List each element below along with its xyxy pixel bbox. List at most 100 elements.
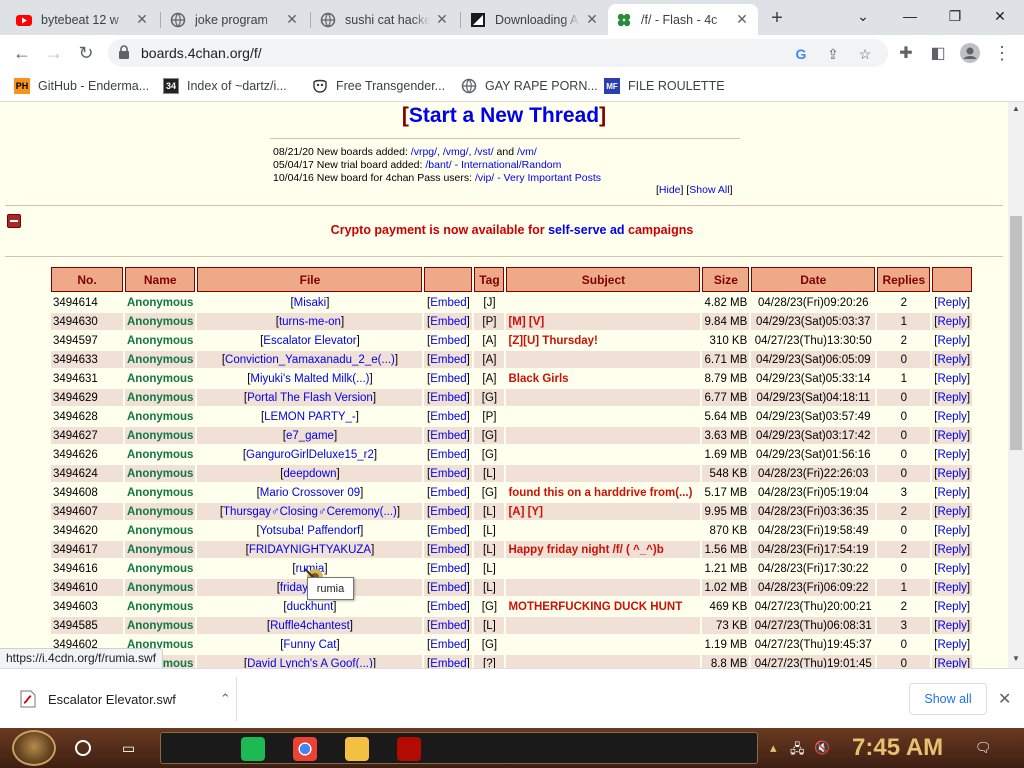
bookmark-star-icon[interactable]: ☆ xyxy=(856,45,874,63)
embed-link[interactable]: Embed xyxy=(430,487,466,499)
side-panel-button[interactable]: ◧ xyxy=(926,41,950,65)
page-scrollbar[interactable]: ▲ ▼ xyxy=(1008,102,1024,668)
embed-link[interactable]: Embed xyxy=(430,658,466,669)
embed-link[interactable]: Embed xyxy=(430,639,466,651)
embed-link[interactable]: Embed xyxy=(430,449,466,461)
reload-button[interactable]: ↻ xyxy=(74,41,98,65)
tab-close-icon[interactable]: ✕ xyxy=(584,11,600,28)
close-window-button[interactable]: ✕ xyxy=(985,6,1015,26)
file-link[interactable]: David Lynch's A Goof(...) xyxy=(247,658,373,669)
clock[interactable]: 7:45 AM xyxy=(852,734,943,762)
col-header-no[interactable]: No. xyxy=(51,267,123,292)
col-header-file[interactable]: File xyxy=(197,267,423,292)
file-link[interactable]: Thursgay♂Closing♂Ceremony(...) xyxy=(223,506,397,518)
embed-link[interactable]: Embed xyxy=(430,582,466,594)
file-link[interactable]: LEMON PARTY_- xyxy=(264,411,356,423)
scroll-up-icon[interactable]: ▲ xyxy=(1012,104,1020,113)
reply-link[interactable]: Reply xyxy=(937,525,966,537)
start-new-thread-link[interactable]: Start a New Thread xyxy=(409,104,599,127)
col-header-replies[interactable]: Replies xyxy=(877,267,931,292)
file-link[interactable]: Funny Cat xyxy=(283,639,336,651)
tab-close-icon[interactable]: ✕ xyxy=(284,11,300,28)
news-link[interactable]: /vip/ - Very Important Posts xyxy=(475,172,601,184)
file-link[interactable]: turns-me-on xyxy=(279,316,341,328)
network-icon[interactable]: 🖧 xyxy=(790,740,805,762)
show-all-downloads-button[interactable]: Show all xyxy=(909,683,987,715)
tab-close-icon[interactable]: ✕ xyxy=(734,11,750,28)
tray-overflow-icon[interactable]: ▴ xyxy=(770,740,777,756)
chevron-up-icon[interactable]: ⌃ xyxy=(220,691,231,707)
file-link[interactable]: e7_game xyxy=(286,430,334,442)
bookmark-2[interactable]: 34 Index of ~dartz/i... xyxy=(163,77,287,95)
file-link[interactable]: duckhunt xyxy=(287,601,334,613)
tab-close-icon[interactable]: ✕ xyxy=(134,11,150,28)
news-link[interactable]: /vm/ xyxy=(517,146,537,158)
file-link[interactable]: Miyuki's Malted Milk(...) xyxy=(250,373,369,385)
col-header-subject[interactable]: Subject xyxy=(506,267,701,292)
file-link[interactable]: Yotsuba! Paffendorf xyxy=(260,525,360,537)
embed-link[interactable]: Embed xyxy=(430,525,466,537)
profile-button[interactable] xyxy=(958,41,982,65)
reply-link[interactable]: Reply xyxy=(937,411,966,423)
task-view-icon[interactable]: ▭ xyxy=(122,740,138,756)
reply-link[interactable]: Reply xyxy=(937,430,966,442)
show-all-news-link[interactable]: Show All xyxy=(689,184,729,196)
embed-link[interactable]: Embed xyxy=(430,620,466,632)
download-item[interactable]: Escalator Elevator.swf ⌃ xyxy=(20,690,231,708)
file-link[interactable]: Conviction_Yamaxanadu_2_e(...) xyxy=(225,354,395,366)
embed-link[interactable]: Embed xyxy=(430,392,466,404)
bookmark-4[interactable]: GAY RAPE PORN... xyxy=(461,77,598,95)
notifications-icon[interactable]: 🗨 xyxy=(975,740,992,756)
tab-3[interactable]: sushi cat hacke ✕ xyxy=(312,4,458,35)
embed-link[interactable]: Embed xyxy=(430,430,466,442)
bookmark-3[interactable]: Free Transgender... xyxy=(312,77,445,95)
scroll-down-icon[interactable]: ▼ xyxy=(1012,654,1020,663)
embed-link[interactable]: Embed xyxy=(430,468,466,480)
reply-link[interactable]: Reply xyxy=(937,487,966,499)
embed-link[interactable]: Embed xyxy=(430,335,466,347)
file-link[interactable]: Misaki xyxy=(294,297,327,309)
file-link[interactable]: FRIDAYNIGHTYAKUZA xyxy=(249,544,371,556)
file-link[interactable]: Escalator Elevator xyxy=(263,335,356,347)
col-header-tag[interactable]: Tag xyxy=(474,267,505,292)
reply-link[interactable]: Reply xyxy=(937,449,966,461)
reply-link[interactable]: Reply xyxy=(937,658,966,669)
start-button[interactable] xyxy=(12,730,56,766)
menu-button[interactable]: ⋮ xyxy=(990,41,1014,65)
volume-muted-icon[interactable]: 🔇 xyxy=(814,740,830,756)
embed-link[interactable]: Embed xyxy=(430,506,466,518)
bookmark-5[interactable]: MF FILE ROULETTE xyxy=(604,77,725,95)
embed-link[interactable]: Embed xyxy=(430,297,466,309)
reply-link[interactable]: Reply xyxy=(937,392,966,404)
news-link[interactable]: /vrpg/, /vmg/, /vst/ xyxy=(411,146,494,158)
reply-link[interactable]: Reply xyxy=(937,582,966,594)
bookmark-1[interactable]: PH GitHub - Enderma... xyxy=(14,77,149,95)
file-link[interactable]: Mario Crossover 09 xyxy=(260,487,360,499)
news-link[interactable]: /bant/ - International/Random xyxy=(425,159,561,171)
google-lens-icon[interactable]: G xyxy=(792,45,810,63)
embed-link[interactable]: Embed xyxy=(430,544,466,556)
scrollbar-thumb[interactable] xyxy=(1010,216,1022,450)
address-bar[interactable]: boards.4chan.org/f/ G ⇪ ☆ xyxy=(108,39,888,67)
file-link[interactable]: GanguroGirlDeluxe15_r2 xyxy=(246,449,374,461)
reply-link[interactable]: Reply xyxy=(937,468,966,480)
tab-close-icon[interactable]: ✕ xyxy=(434,11,450,28)
minimize-button[interactable]: — xyxy=(895,6,925,26)
spotify-icon[interactable] xyxy=(241,737,265,761)
col-header-name[interactable]: Name xyxy=(125,267,196,292)
embed-link[interactable]: Embed xyxy=(430,373,466,385)
new-tab-button[interactable]: + xyxy=(766,7,788,29)
embed-link[interactable]: Embed xyxy=(430,563,466,575)
back-button[interactable]: ← xyxy=(10,41,34,65)
file-link[interactable]: deepdown xyxy=(283,468,336,480)
reply-link[interactable]: Reply xyxy=(937,620,966,632)
col-header-size[interactable]: Size xyxy=(702,267,750,292)
reply-link[interactable]: Reply xyxy=(937,639,966,651)
embed-link[interactable]: Embed xyxy=(430,354,466,366)
self-serve-ad-link[interactable]: self-serve ad xyxy=(548,223,624,237)
reply-link[interactable]: Reply xyxy=(937,506,966,518)
close-shelf-icon[interactable]: ✕ xyxy=(998,689,1011,709)
file-link[interactable]: Portal The Flash Version xyxy=(247,392,373,404)
embed-link[interactable]: Embed xyxy=(430,601,466,613)
tab-search-button[interactable]: ⌄ xyxy=(848,6,878,26)
